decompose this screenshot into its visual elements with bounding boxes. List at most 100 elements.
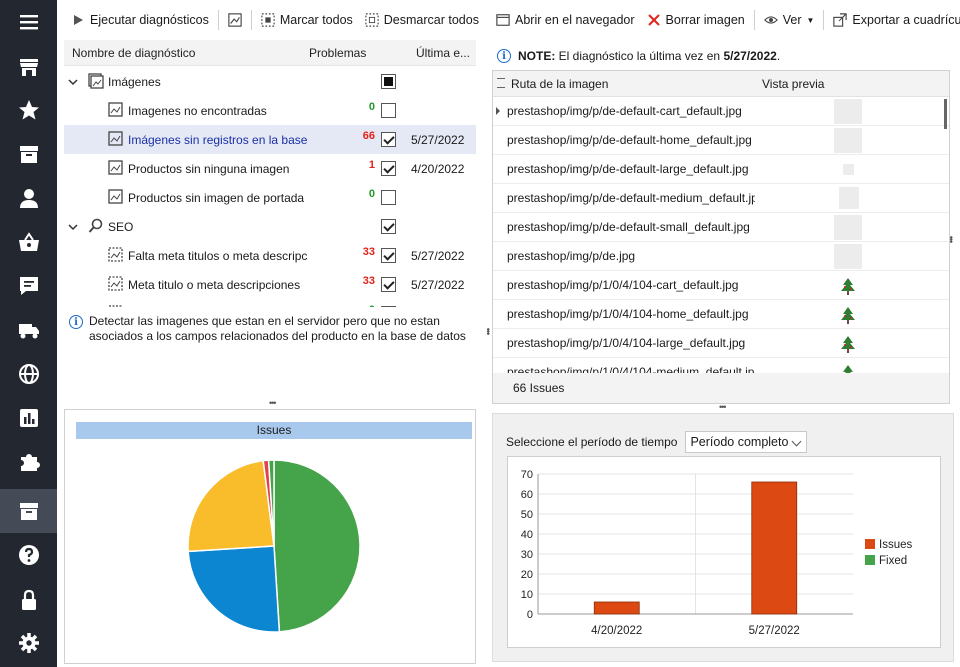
rail-item-chat[interactable]	[0, 264, 57, 308]
y-tick-label: 0	[527, 609, 533, 621]
y-tick-label: 70	[521, 469, 533, 481]
tree-row[interactable]: SEO	[64, 212, 476, 241]
image-thumbnail	[834, 215, 862, 240]
tree-row-label: Falta meta titulos o meta descripc	[128, 249, 308, 263]
tree-row[interactable]: Imagenes no encontradas 0	[64, 96, 476, 125]
diagnostic-checkbox[interactable]	[381, 306, 396, 307]
note-suffix: .	[776, 48, 781, 63]
tree-row[interactable]: Productos sin ninguna imagen 1 4/20/2022	[64, 154, 476, 183]
image-row[interactable]: prestashop/img/p/de-default-large_defaul…	[493, 155, 949, 184]
open-in-browser-label: Abrir en el navegador	[515, 13, 635, 27]
search-icon	[88, 218, 103, 233]
view-label: Ver	[782, 13, 802, 27]
rail-item-lock[interactable]	[0, 578, 57, 622]
globe-icon	[18, 364, 39, 384]
tree-row[interactable]: Productos sin imagen de portada 0	[64, 183, 476, 212]
product-thumbnail	[841, 307, 855, 324]
image-toolbar: Abrir en el navegador Borrar imagen Ver …	[493, 6, 960, 34]
column-last-run[interactable]: Última e...	[416, 46, 470, 60]
rail-item-chart[interactable]	[0, 396, 57, 440]
store-icon	[19, 59, 38, 76]
image-row[interactable]: prestashop/img/p/de-default-medium_defau…	[493, 184, 949, 213]
y-tick-label: 50	[521, 509, 533, 521]
diagnostic-checkbox[interactable]	[381, 219, 396, 234]
x-tick-label: 5/27/2022	[749, 625, 800, 637]
tree-row[interactable]: 0	[64, 299, 476, 307]
diagnostic-checkbox[interactable]	[381, 132, 396, 147]
column-problems[interactable]: Problemas	[309, 46, 366, 60]
chevron-down-icon	[792, 436, 802, 447]
issues-bar-chart: 0 10 20 30 40 50 60 70 4/20/2022 5/27/2022 Issues F…	[521, 469, 913, 637]
image-path: prestashop/img/p/de-default-medium_defau…	[507, 191, 755, 205]
image-edit-icon	[228, 13, 242, 27]
image-row[interactable]: prestashop/img/p/de-default-small_defaul…	[493, 213, 949, 242]
image-row[interactable]: prestashop/img/p/de.jpg	[493, 242, 949, 271]
vertical-splitter[interactable]: •••	[483, 328, 493, 334]
puzzle-icon	[20, 454, 40, 471]
rail-item-store[interactable]	[0, 45, 57, 89]
image-path: prestashop/img/p/de-default-home_default…	[507, 133, 752, 147]
image-path: prestashop/img/p/1/0/4/104-large_default…	[507, 336, 746, 350]
horizontal-splitter[interactable]: •••	[719, 402, 727, 412]
vertical-scrollbar[interactable]	[944, 99, 947, 129]
rail-item-basket[interactable]	[0, 220, 57, 264]
export-label: Exportar a cuadrícula	[852, 13, 960, 27]
mark-all-button[interactable]: Marcar todos	[258, 11, 356, 29]
toolbar-separator	[217, 10, 219, 30]
star-icon	[18, 100, 39, 120]
vertical-splitter[interactable]: •••	[946, 236, 956, 242]
rail-item-truck[interactable]	[0, 308, 57, 352]
tree-row-label: Productos sin imagen de portada	[128, 191, 305, 205]
rail-item-menu[interactable]	[0, 0, 57, 44]
image-row[interactable]: prestashop/img/p/1/0/4/104-cart_default.…	[493, 271, 949, 300]
pie-slice[interactable]	[273, 459, 361, 633]
rail-item-archive[interactable]	[0, 489, 57, 533]
open-in-browser-button[interactable]: Abrir en el navegador	[493, 11, 638, 29]
diagnostic-icon	[108, 247, 123, 262]
problem-count: 66	[362, 130, 375, 142]
export-to-grid-button[interactable]: Exportar a cuadrícula ▼	[830, 11, 960, 29]
rail-item-settings[interactable]	[0, 621, 57, 665]
delete-image-button[interactable]: Borrar imagen	[644, 11, 748, 29]
image-row[interactable]: prestashop/img/p/1/0/4/104-large_default…	[493, 329, 949, 358]
column-diagnostic-name[interactable]: Nombre de diagnóstico	[72, 46, 195, 60]
diagnostic-checkbox[interactable]	[381, 190, 396, 205]
period-dropdown[interactable]: Período completo	[685, 431, 808, 453]
pie-slice[interactable]	[187, 459, 275, 553]
rail-item-puzzle[interactable]	[0, 440, 57, 484]
unmark-all-button[interactable]: Desmarcar todos	[362, 11, 482, 29]
image-row[interactable]: prestashop/img/p/de-default-cart_default…	[493, 97, 949, 126]
left-rail	[0, 0, 57, 667]
rail-item-star[interactable]	[0, 88, 57, 132]
view-dropdown-button[interactable]: Ver ▼	[761, 11, 818, 29]
diagnostic-checkbox[interactable]	[381, 161, 396, 176]
image-row[interactable]: prestashop/img/p/1/0/4/104-home_default.…	[493, 300, 949, 329]
image-path: prestashop/img/p/de-default-cart_default…	[507, 104, 742, 118]
diagnostic-checkbox[interactable]	[381, 277, 396, 292]
chevron-down-icon[interactable]	[68, 222, 78, 232]
pie-slice[interactable]	[187, 545, 281, 633]
tree-row[interactable]: Imágenes	[64, 67, 476, 96]
diagnostic-checkbox[interactable]	[381, 248, 396, 263]
horizontal-splitter[interactable]: •••	[269, 398, 277, 408]
image-row[interactable]: prestashop/img/p/de-default-home_default…	[493, 126, 949, 155]
diagnostic-icon	[108, 276, 123, 291]
info-icon: i	[69, 315, 83, 329]
column-preview[interactable]: Vista previa	[762, 77, 824, 91]
edit-image-button[interactable]	[225, 11, 245, 29]
run-diagnostics-button[interactable]: Ejecutar diagnósticos	[68, 11, 212, 29]
rail-item-user[interactable]	[0, 176, 57, 220]
rail-item-globe[interactable]	[0, 352, 57, 396]
period-label: Seleccione el período de tiempo	[506, 435, 678, 449]
tree-row[interactable]: Falta meta titulos o meta descripc 33 5/27…	[64, 241, 476, 270]
image-grid-header: Ruta de la imagen Vista previa	[493, 71, 949, 97]
column-image-path[interactable]: Ruta de la imagen	[511, 77, 608, 91]
rail-item-help[interactable]	[0, 533, 57, 577]
tree-row[interactable]: Imágenes sin registros en la base 66 5/27/…	[64, 125, 476, 154]
tree-row[interactable]: Meta titulo o meta descripciones 33 5/27/2…	[64, 270, 476, 299]
column-menu-icon[interactable]	[497, 78, 505, 88]
diagnostic-checkbox[interactable]	[381, 103, 396, 118]
chevron-down-icon[interactable]	[68, 77, 78, 87]
rail-item-box[interactable]	[0, 132, 57, 176]
diagnostic-checkbox[interactable]	[381, 74, 396, 89]
